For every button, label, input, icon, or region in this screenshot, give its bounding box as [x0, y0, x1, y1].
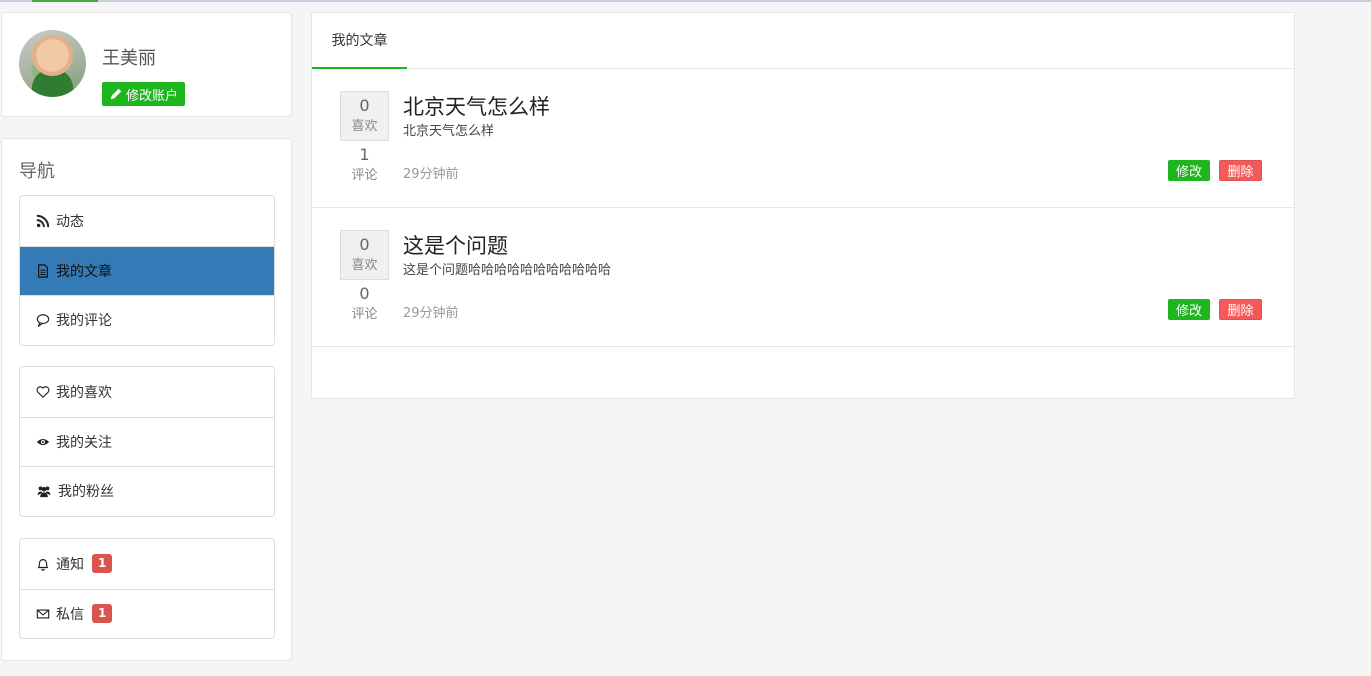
nav-item-label: 我的关注 — [56, 434, 112, 451]
likes-label: 喜欢 — [351, 258, 378, 273]
avatar[interactable] — [19, 30, 86, 97]
message-count-badge: 1 — [92, 604, 113, 624]
delete-article-button[interactable]: 删除 — [1219, 160, 1262, 181]
nav-item-label: 通知 — [56, 556, 84, 573]
rss-icon — [36, 214, 50, 228]
likes-label: 喜欢 — [351, 119, 378, 134]
nav-item-my-comments[interactable]: 我的评论 — [20, 295, 274, 345]
nav-group-main: 动态 我的文章 我的评论 — [19, 195, 275, 346]
nav-item-my-articles[interactable]: 我的文章 — [20, 245, 274, 295]
article-time: 29分钟前 — [403, 306, 459, 321]
nav-item-label: 我的粉丝 — [58, 484, 114, 501]
article-title[interactable]: 这是个问题 — [403, 230, 508, 260]
tab-bar: 我的文章 — [312, 13, 1294, 69]
comments-count: 0 — [359, 284, 370, 303]
comments-label: 评论 — [351, 307, 378, 322]
nav-item-label: 我的评论 — [56, 313, 112, 330]
nav-item-label: 我的喜欢 — [56, 384, 112, 401]
edit-article-button[interactable]: 修改 — [1168, 160, 1210, 181]
envelope-icon — [36, 609, 50, 619]
nav-item-feed[interactable]: 动态 — [20, 196, 274, 246]
article-item: 0 喜欢 0 评论 这是个问题 这是个问题哈哈哈哈哈哈哈哈哈哈哈 29分钟前 修… — [312, 208, 1294, 347]
edit-account-label: 修改账户 — [126, 88, 179, 104]
comments-counter: 0 评论 — [340, 284, 389, 322]
nav-item-notifications[interactable]: 通知 1 — [20, 539, 274, 589]
comments-label: 评论 — [351, 168, 378, 183]
edit-article-button[interactable]: 修改 — [1168, 299, 1210, 320]
top-border — [0, 0, 1371, 2]
top-border-accent — [32, 0, 98, 2]
comments-counter: 1 评论 — [340, 145, 389, 183]
comment-icon — [36, 314, 50, 328]
nav-item-my-likes[interactable]: 我的喜欢 — [20, 367, 274, 417]
user-name[interactable]: 王美丽 — [102, 44, 156, 70]
users-icon — [37, 486, 51, 498]
likes-counter: 0 喜欢 — [340, 91, 389, 141]
articles-panel: 我的文章 0 喜欢 1 评论 北京天气怎么样 北京天气怎么样 29分钟前 修改 … — [311, 12, 1295, 399]
nav-item-private-messages[interactable]: 私信 1 — [20, 588, 274, 639]
nav-item-label: 我的文章 — [56, 263, 112, 280]
nav-item-label: 动态 — [56, 213, 84, 230]
likes-count: 0 — [359, 96, 370, 115]
likes-counter: 0 喜欢 — [340, 230, 389, 280]
comments-count: 1 — [359, 145, 370, 164]
heart-icon — [36, 385, 50, 398]
notification-count-badge: 1 — [92, 554, 113, 574]
nav-item-my-follows[interactable]: 我的关注 — [20, 416, 274, 467]
nav-title: 导航 — [19, 161, 55, 182]
profile-card: 王美丽 修改账户 — [1, 12, 292, 117]
file-icon — [38, 264, 48, 278]
article-item: 0 喜欢 1 评论 北京天气怎么样 北京天气怎么样 29分钟前 修改 删除 — [312, 69, 1294, 208]
bell-icon — [37, 558, 49, 571]
edit-account-button[interactable]: 修改账户 — [102, 82, 186, 106]
nav-group-messages: 通知 1 私信 1 — [19, 538, 275, 639]
article-title[interactable]: 北京天气怎么样 — [403, 91, 550, 121]
likes-count: 0 — [359, 235, 370, 254]
nav-card: 导航 动态 我的文章 我的评论 我的喜欢 我的关注 我的粉丝 通知 1 私信 1 — [1, 138, 292, 661]
nav-item-label: 私信 — [56, 606, 84, 623]
nav-item-my-fans[interactable]: 我的粉丝 — [20, 466, 274, 516]
eye-icon — [36, 438, 50, 445]
delete-article-button[interactable]: 删除 — [1219, 299, 1262, 320]
article-summary: 这是个问题哈哈哈哈哈哈哈哈哈哈哈 — [403, 263, 612, 278]
tab-my-articles[interactable]: 我的文章 — [312, 13, 407, 69]
article-time: 29分钟前 — [403, 167, 459, 182]
pencil-icon — [110, 88, 122, 100]
nav-group-social: 我的喜欢 我的关注 我的粉丝 — [19, 366, 275, 517]
article-summary: 北京天气怎么样 — [403, 124, 495, 139]
